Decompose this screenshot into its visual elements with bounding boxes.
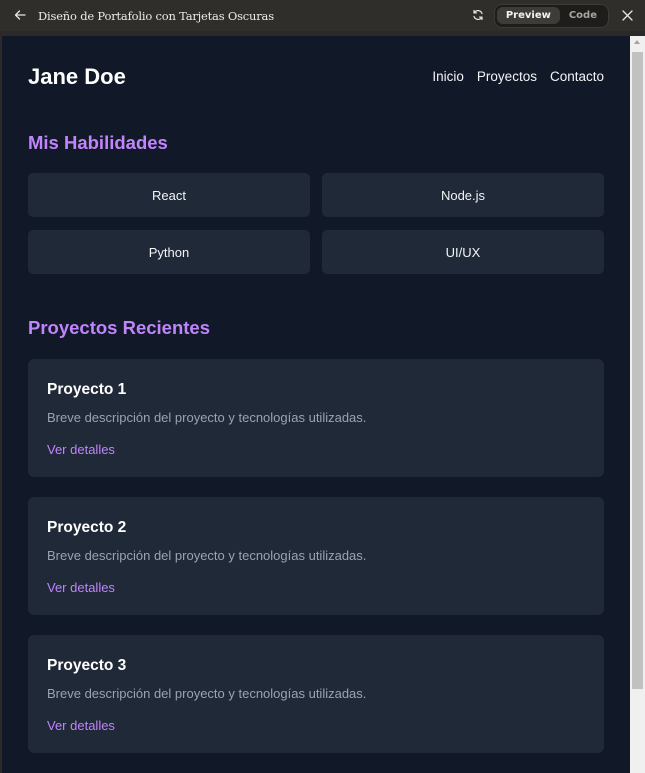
project-card: Proyecto 2 Breve descripción del proyect… [28, 497, 604, 615]
project-description: Breve descripción del proyecto y tecnolo… [47, 410, 367, 425]
project-card: Proyecto 3 Breve descripción del proyect… [28, 635, 604, 753]
project-card: Proyecto 1 Breve descripción del proyect… [28, 359, 604, 477]
project-description: Breve descripción del proyecto y tecnolo… [47, 686, 367, 701]
back-button[interactable] [12, 8, 28, 24]
code-tab[interactable]: Code [560, 7, 606, 24]
skill-card: Python [28, 230, 310, 274]
skill-card: UI/UX [322, 230, 604, 274]
project-details-link[interactable]: Ver detalles [47, 718, 115, 733]
scrollbar-thumb[interactable] [632, 52, 643, 689]
project-title: Proyecto 1 [47, 381, 127, 398]
project-title: Proyecto 2 [47, 519, 127, 536]
preview-tab[interactable]: Preview [496, 7, 560, 24]
skills-grid: React Node.js Python UI/UX [28, 173, 604, 274]
nav-link-contacto[interactable]: Contacto [550, 69, 604, 84]
site-brand[interactable]: Jane Doe [28, 64, 126, 90]
refresh-icon [472, 6, 484, 25]
scroll-up-arrow-icon[interactable] [634, 40, 640, 44]
project-details-link[interactable]: Ver detalles [47, 442, 115, 457]
portfolio-page: Jane Doe Inicio Proyectos Contacto Mis H… [28, 36, 604, 753]
project-details-link[interactable]: Ver detalles [47, 580, 115, 595]
project-title: Proyecto 3 [47, 657, 127, 674]
arrow-left-icon [14, 6, 26, 25]
close-icon [621, 6, 633, 25]
refresh-button[interactable] [470, 8, 486, 24]
preview-code-toggle: Preview Code [493, 3, 609, 28]
projects-heading: Proyectos Recientes [28, 317, 211, 338]
nav-link-proyectos[interactable]: Proyectos [477, 69, 537, 84]
preview-viewport: Jane Doe Inicio Proyectos Contacto Mis H… [2, 36, 630, 773]
project-description: Breve descripción del proyecto y tecnolo… [47, 548, 367, 563]
skill-card: Node.js [322, 173, 604, 217]
window-title: Diseño de Portafolio con Tarjetas Oscura… [38, 8, 274, 23]
projects-list: Proyecto 1 Breve descripción del proyect… [28, 359, 604, 753]
site-nav: Inicio Proyectos Contacto [432, 69, 604, 84]
nav-link-inicio[interactable]: Inicio [432, 69, 464, 84]
skill-card: React [28, 173, 310, 217]
close-button[interactable] [619, 8, 635, 24]
window-titlebar: Diseño de Portafolio con Tarjetas Oscura… [0, 0, 645, 31]
vertical-scrollbar[interactable] [630, 36, 645, 773]
site-header: Jane Doe Inicio Proyectos Contacto [28, 36, 604, 126]
skills-heading: Mis Habilidades [28, 132, 168, 153]
